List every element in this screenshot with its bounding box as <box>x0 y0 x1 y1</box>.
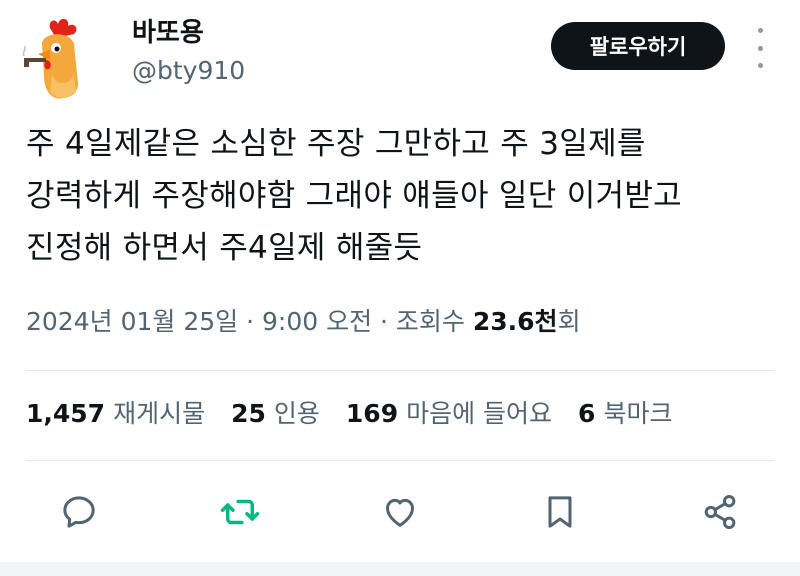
rooster-avatar-icon <box>22 18 78 99</box>
divider <box>26 370 774 371</box>
tweet-line: 강력하게 주장해야함 그래야 얘들아 일단 이거받고 <box>26 178 682 214</box>
retweets-stat[interactable]: 1,457 재게시물 <box>26 394 205 434</box>
quotes-stat[interactable]: 25 인용 <box>231 394 320 434</box>
tweet-text: 주 4일제같은 소심한 주장 그만하고 주 3일제를 강력하게 주장해야함 그래… <box>26 118 786 274</box>
views-label: 조회수 <box>395 307 473 336</box>
heart-icon <box>386 498 414 527</box>
retweets-label: 재게시물 <box>113 399 206 428</box>
retweets-count: 1,457 <box>26 399 106 428</box>
divider <box>26 460 774 461</box>
reply-button[interactable] <box>57 490 101 534</box>
tweet-actions <box>0 480 800 544</box>
tweet-meta: 2024년 01월 25일 · 9:00 오전 · 조회수 23.6천회 <box>26 302 581 342</box>
bottom-border <box>0 562 800 576</box>
retweet-arrows-icon <box>220 499 260 525</box>
views-suffix: 회 <box>557 307 581 336</box>
tweet-time[interactable]: 9:00 오전 <box>262 307 372 336</box>
tweet-date[interactable]: 2024년 01월 25일 <box>26 307 238 336</box>
views-count: 23.6천 <box>472 307 558 336</box>
follow-button[interactable]: 팔로우하기 <box>551 22 725 70</box>
retweet-button[interactable] <box>218 490 262 534</box>
meta-separator: · <box>238 307 262 336</box>
more-options-icon[interactable] <box>748 28 772 68</box>
share-nodes-icon <box>704 495 736 529</box>
bookmark-button[interactable] <box>538 490 582 534</box>
tweet-line: 진정해 하면서 주4일제 해줄듯 <box>26 230 423 266</box>
share-button[interactable] <box>698 490 742 534</box>
speech-bubble-icon <box>63 496 95 528</box>
tweet-line: 주 4일제같은 소심한 주장 그만하고 주 3일제를 <box>26 126 646 162</box>
like-button[interactable] <box>378 490 422 534</box>
author-name[interactable]: 바또용 <box>132 16 204 50</box>
bookmarks-stat[interactable]: 6 북마크 <box>578 394 672 434</box>
bookmarks-label: 북마크 <box>603 399 673 428</box>
bookmark-icon <box>548 496 572 528</box>
likes-stat[interactable]: 169 마음에 들어요 <box>346 394 552 434</box>
meta-separator: · <box>372 307 396 336</box>
quotes-label: 인용 <box>273 399 320 428</box>
quotes-count: 25 <box>231 399 266 428</box>
likes-count: 169 <box>345 399 399 428</box>
likes-label: 마음에 들어요 <box>406 399 553 428</box>
engagement-stats: 1,457 재게시물 25 인용 169 마음에 들어요 6 북마크 <box>26 394 698 434</box>
bookmarks-count: 6 <box>578 399 596 428</box>
avatar[interactable] <box>12 14 100 102</box>
author-handle[interactable]: @bty910 <box>132 54 245 88</box>
